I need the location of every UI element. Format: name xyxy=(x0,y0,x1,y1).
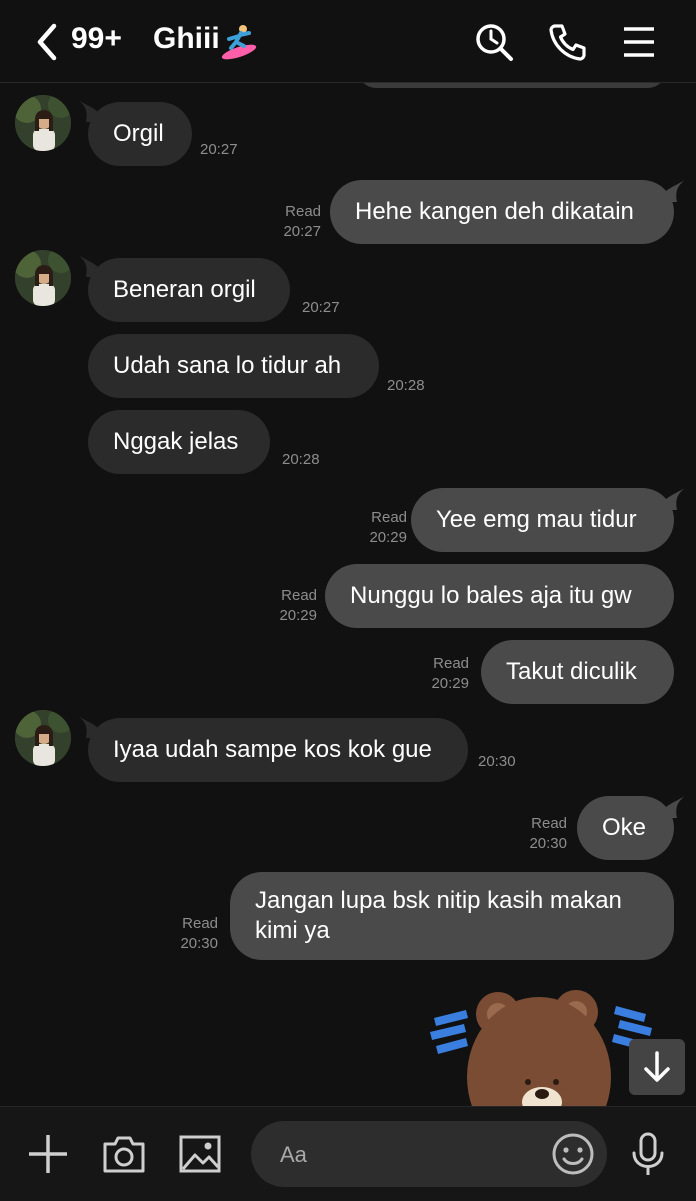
outgoing-message[interactable]: Oke xyxy=(577,796,674,860)
message-time: 20:27 xyxy=(302,299,340,316)
surfer-emoji-icon xyxy=(221,25,257,60)
incoming-message[interactable]: Orgil xyxy=(88,102,192,166)
smiley-icon[interactable] xyxy=(550,1131,596,1177)
read-status: Read xyxy=(281,587,317,604)
message-time: 20:30 xyxy=(180,935,218,952)
message-time: 20:30 xyxy=(478,753,516,770)
incoming-message[interactable]: Iyaa udah sampe kos kok gue xyxy=(88,718,468,782)
arrow-down-icon xyxy=(644,1051,670,1082)
read-status: Read xyxy=(285,203,321,220)
message-input-field[interactable] xyxy=(251,1121,607,1189)
read-status: Read xyxy=(433,655,469,672)
outgoing-message[interactable]: Hehe kangen deh dikatain xyxy=(330,180,674,244)
camera-icon[interactable] xyxy=(101,1131,147,1177)
message-time: 20:29 xyxy=(279,607,317,624)
chat-header: 99+ Ghiii xyxy=(0,0,696,83)
hamburger-menu-icon[interactable] xyxy=(617,20,661,64)
incoming-message[interactable]: Beneran orgil xyxy=(88,258,290,322)
message-time: 20:27 xyxy=(283,223,321,240)
message-text: Yee emg mau tidur xyxy=(436,506,637,533)
image-icon[interactable] xyxy=(177,1131,223,1177)
message-time: 20:28 xyxy=(282,451,320,468)
contact-name[interactable]: Ghiii xyxy=(153,22,220,56)
outgoing-message[interactable]: Takut diculik xyxy=(481,640,674,704)
message-text: Orgil xyxy=(113,120,164,147)
read-status: Read xyxy=(182,915,218,932)
search-icon[interactable] xyxy=(472,20,516,64)
message-text: Nunggu lo bales aja itu gw xyxy=(350,582,632,609)
back-chevron-icon[interactable] xyxy=(30,20,66,64)
message-text: Iyaa udah sampe kos kok gue xyxy=(113,736,432,763)
message-list[interactable]: Orgil 20:27 Read 20:27 Hehe kangen deh d… xyxy=(0,82,696,1106)
outgoing-message[interactable]: Nunggu lo bales aja itu gw xyxy=(325,564,674,628)
message-time: 20:29 xyxy=(369,529,407,546)
composer-bar xyxy=(0,1106,696,1201)
message-time: 20:28 xyxy=(387,377,425,394)
message-time: 20:30 xyxy=(529,835,567,852)
read-status: Read xyxy=(371,509,407,526)
incoming-message[interactable]: Nggak jelas xyxy=(88,410,270,474)
contact-avatar[interactable] xyxy=(15,710,71,766)
unread-count[interactable]: 99+ xyxy=(71,22,122,56)
message-text: Jangan lupa bsk nitip kasih makan kimi y… xyxy=(255,887,622,944)
read-status: Read xyxy=(531,815,567,832)
bear-sticker[interactable] xyxy=(420,982,660,1106)
microphone-icon[interactable] xyxy=(625,1131,671,1177)
phone-icon[interactable] xyxy=(546,20,590,64)
outgoing-message[interactable]: Yee emg mau tidur xyxy=(411,488,674,552)
message-time: 20:27 xyxy=(200,141,238,158)
message-text: Hehe kangen deh dikatain xyxy=(355,198,634,225)
plus-icon[interactable] xyxy=(25,1131,71,1177)
incoming-message[interactable]: Udah sana lo tidur ah xyxy=(88,334,379,398)
message-text: Nggak jelas xyxy=(113,428,239,455)
outgoing-message[interactable]: Jangan lupa bsk nitip kasih makan kimi y… xyxy=(230,872,674,960)
message-time: 20:29 xyxy=(431,675,469,692)
message-input[interactable] xyxy=(278,1121,532,1189)
message-text: Udah sana lo tidur ah xyxy=(113,352,342,379)
message-text: Takut diculik xyxy=(506,658,637,685)
message-text: Oke xyxy=(602,814,647,841)
contact-avatar[interactable] xyxy=(15,250,71,306)
contact-avatar[interactable] xyxy=(15,95,71,151)
scroll-to-bottom-button[interactable] xyxy=(629,1039,685,1095)
message-text: Beneran orgil xyxy=(113,276,256,303)
